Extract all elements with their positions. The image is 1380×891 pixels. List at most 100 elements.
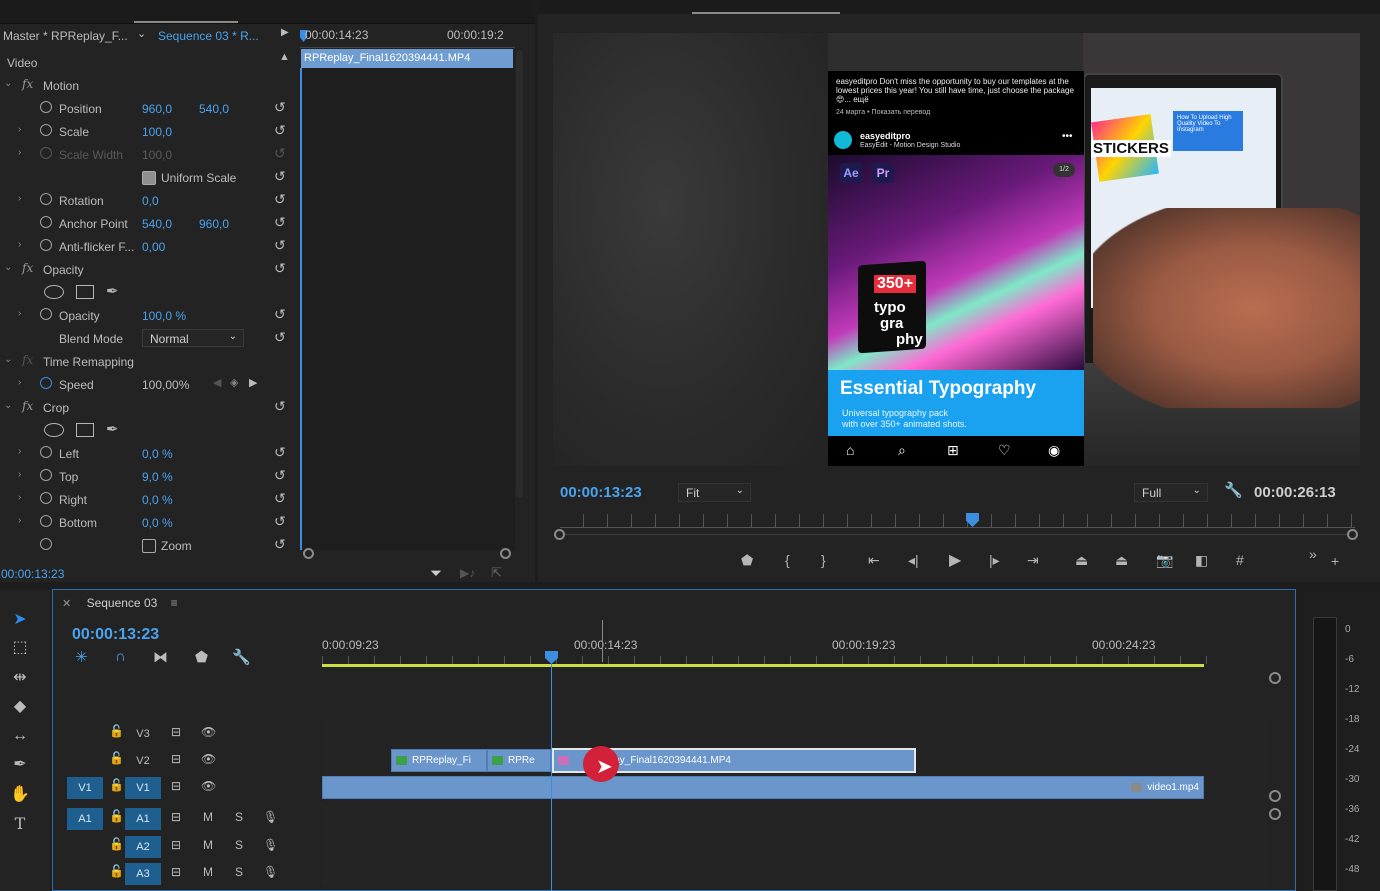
snap-magnet-icon[interactable]: ∩ bbox=[115, 648, 126, 665]
mute-button[interactable]: M bbox=[203, 838, 213, 852]
scroll-handle[interactable] bbox=[1269, 808, 1281, 820]
work-area-bar[interactable] bbox=[322, 664, 1204, 667]
pen-mask-icon[interactable]: ✒ bbox=[106, 420, 119, 438]
anti-flicker-value[interactable]: 0,00 bbox=[142, 240, 165, 254]
track-lane[interactable] bbox=[322, 833, 1267, 860]
reset-icon[interactable]: ↺ bbox=[274, 490, 286, 507]
microphone-icon[interactable]: 🎙 bbox=[263, 838, 278, 852]
close-icon[interactable]: ✕ bbox=[62, 598, 71, 610]
chevron-right-icon[interactable]: › bbox=[18, 239, 21, 250]
sync-lock-icon[interactable]: ⊟ bbox=[171, 865, 181, 879]
reset-icon[interactable]: ↺ bbox=[274, 398, 286, 415]
stopwatch-icon[interactable] bbox=[40, 515, 52, 527]
ec-clip-bar[interactable]: RPReplay_Final1620394441.MP4 bbox=[301, 49, 513, 68]
source-patch-a1[interactable]: A1 bbox=[67, 808, 103, 830]
reset-icon[interactable]: ↺ bbox=[274, 444, 286, 461]
ripple-edit-tool-icon[interactable]: ⇹ bbox=[8, 666, 32, 690]
stopwatch-icon[interactable] bbox=[40, 308, 52, 320]
track-target-v1[interactable]: V1 bbox=[125, 777, 161, 799]
selection-tool-icon[interactable]: ➤ bbox=[8, 608, 32, 632]
stopwatch-icon[interactable] bbox=[40, 193, 52, 205]
hand-tool-icon[interactable]: ✋ bbox=[8, 783, 32, 807]
track-lane[interactable] bbox=[322, 720, 1267, 747]
crop-bottom-value[interactable]: 0,0 % bbox=[142, 516, 173, 530]
program-video-frame[interactable]: STICKERS How To Upload High Quality Vide… bbox=[553, 33, 1360, 466]
sync-lock-icon[interactable]: ⊟ bbox=[171, 725, 181, 739]
rotation-value[interactable]: 0,0 bbox=[142, 194, 159, 208]
chevron-right-icon[interactable]: › bbox=[18, 469, 21, 480]
scroll-start-handle[interactable] bbox=[554, 529, 565, 540]
linked-selection-icon[interactable]: ⧓ bbox=[153, 648, 168, 666]
stopwatch-icon[interactable] bbox=[40, 239, 52, 251]
stopwatch-icon[interactable] bbox=[40, 538, 52, 550]
ec-current-time[interactable]: 00:00:13:23 bbox=[1, 567, 64, 581]
step-back-icon[interactable]: ◂| bbox=[908, 552, 919, 569]
extract-icon[interactable]: ⏏ bbox=[1115, 552, 1128, 569]
effect-opacity[interactable]: ⌄ fx Opacity ↺ bbox=[0, 258, 298, 281]
reset-icon[interactable]: ↺ bbox=[274, 467, 286, 484]
mute-button[interactable]: M bbox=[203, 865, 213, 879]
fx-icon[interactable]: fx bbox=[22, 261, 33, 275]
microphone-icon[interactable]: 🎙 bbox=[263, 865, 278, 879]
reset-icon[interactable]: ↺ bbox=[274, 214, 286, 231]
program-current-time[interactable]: 00:00:13:23 bbox=[560, 484, 642, 501]
stopwatch-icon[interactable] bbox=[40, 446, 52, 458]
ec-keyframe-area[interactable] bbox=[300, 68, 515, 550]
reset-icon[interactable]: ↺ bbox=[274, 191, 286, 208]
track-target-v2[interactable]: V2 bbox=[125, 750, 161, 772]
track-target-a2[interactable]: A2 bbox=[125, 836, 161, 858]
timeline-clip[interactable]: RPReplay_Fi bbox=[391, 749, 487, 772]
chevron-right-icon[interactable]: › bbox=[18, 515, 21, 526]
eye-icon[interactable]: 👁 bbox=[201, 725, 216, 739]
add-marker-icon[interactable]: ⬟ bbox=[195, 648, 208, 666]
track-target-a3[interactable]: A3 bbox=[125, 863, 161, 885]
lock-icon[interactable]: 🔓 bbox=[109, 837, 124, 851]
sync-lock-icon[interactable]: ⊟ bbox=[171, 752, 181, 766]
chevron-down-icon[interactable]: ⌄ bbox=[4, 78, 12, 89]
stopwatch-icon[interactable] bbox=[40, 101, 52, 113]
crop-top-value[interactable]: 9,0 % bbox=[142, 470, 173, 484]
timeline-clip[interactable]: video1.mp4 bbox=[322, 776, 1204, 799]
lock-icon[interactable]: 🔓 bbox=[109, 864, 124, 878]
collapse-up-icon[interactable]: ▲ bbox=[279, 51, 290, 63]
track-lane[interactable] bbox=[322, 805, 1267, 832]
chevron-right-icon[interactable]: › bbox=[18, 308, 21, 319]
chevron-right-icon[interactable]: › bbox=[18, 492, 21, 503]
chevron-down-icon[interactable]: ⌄ bbox=[4, 400, 12, 411]
anchor-x-value[interactable]: 540,0 bbox=[142, 217, 172, 231]
reset-icon[interactable]: ↺ bbox=[274, 260, 286, 277]
track-target-v3[interactable]: V3 bbox=[125, 723, 161, 745]
wrench-icon[interactable]: 🔧 bbox=[232, 648, 251, 666]
sync-lock-icon[interactable]: ⊟ bbox=[171, 810, 181, 824]
crop-left-value[interactable]: 0,0 % bbox=[142, 447, 173, 461]
lift-icon[interactable]: ⏏ bbox=[1075, 552, 1088, 569]
mute-button[interactable]: M bbox=[203, 810, 213, 824]
chevron-right-icon[interactable]: › bbox=[18, 124, 21, 135]
type-tool-icon[interactable]: T bbox=[8, 812, 32, 836]
position-y-value[interactable]: 540,0 bbox=[199, 102, 229, 116]
eye-icon[interactable]: 👁 bbox=[201, 752, 216, 766]
button-editor-icon[interactable]: + bbox=[1331, 553, 1339, 569]
pen-tool-icon[interactable]: ✒ bbox=[8, 753, 32, 777]
scroll-end-handle[interactable] bbox=[500, 548, 511, 559]
play-icon[interactable]: ▶ bbox=[949, 550, 961, 570]
zoom-checkbox[interactable] bbox=[142, 539, 156, 553]
ec-time-ruler[interactable] bbox=[300, 44, 515, 48]
track-target-a1[interactable]: A1 bbox=[125, 808, 161, 830]
fx-icon[interactable]: fx bbox=[22, 399, 33, 413]
source-patch-v1[interactable]: V1 bbox=[67, 777, 103, 799]
zoom-fit-select[interactable]: Fit ⌄ bbox=[678, 483, 751, 502]
nest-icon[interactable]: ✳ bbox=[75, 648, 88, 666]
lock-icon[interactable]: 🔓 bbox=[109, 809, 124, 823]
go-to-out-icon[interactable]: ⇥ bbox=[1027, 552, 1039, 569]
mark-in-icon[interactable]: { bbox=[785, 552, 790, 568]
timeline-playhead-line[interactable] bbox=[551, 660, 552, 891]
safe-margins-icon[interactable]: # bbox=[1236, 552, 1244, 568]
timeline-vertical-scrollbar[interactable] bbox=[1269, 670, 1281, 890]
program-zoom-scrollbar[interactable] bbox=[554, 529, 1359, 541]
reset-icon[interactable]: ↺ bbox=[274, 306, 286, 323]
mark-out-icon[interactable]: } bbox=[821, 552, 826, 568]
stopwatch-icon[interactable] bbox=[40, 124, 52, 136]
effect-time-remapping[interactable]: ⌄ fx Time Remapping bbox=[0, 350, 298, 373]
comparison-view-icon[interactable]: ◧ bbox=[1195, 552, 1208, 569]
